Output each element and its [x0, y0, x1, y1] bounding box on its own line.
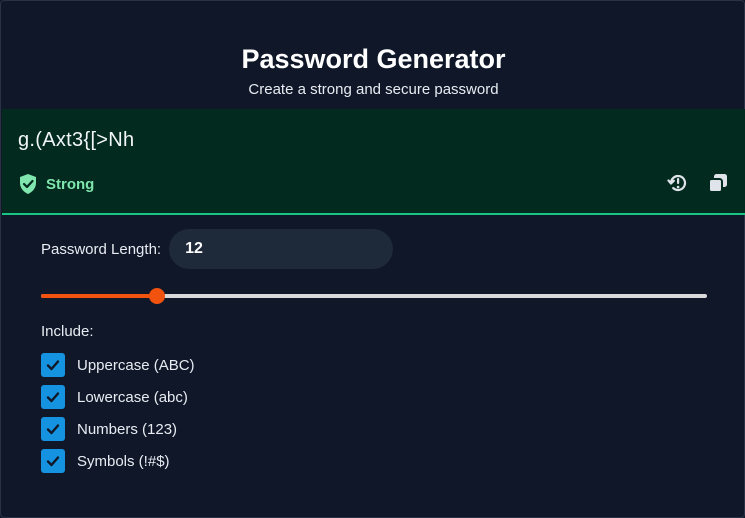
uppercase-checkbox[interactable]: [41, 353, 65, 377]
length-slider[interactable]: [41, 288, 707, 304]
length-label: Password Length:: [41, 240, 162, 258]
option-symbols[interactable]: Symbols (!#$): [41, 449, 195, 473]
copy-button[interactable]: [705, 170, 731, 196]
length-input[interactable]: [169, 229, 394, 269]
length-row: Password Length:: [41, 229, 394, 269]
option-uppercase[interactable]: Uppercase (ABC): [41, 353, 195, 377]
check-icon: [46, 424, 60, 435]
include-options: Uppercase (ABC) Lowercase (abc) Numbers …: [41, 353, 195, 481]
password-output-panel: g.(Axt3{[>Nh Strong: [2, 109, 745, 215]
option-label: Symbols (!#$): [77, 452, 170, 470]
lowercase-checkbox[interactable]: [41, 385, 65, 409]
check-icon: [46, 456, 60, 467]
strength-indicator: Strong: [18, 173, 94, 195]
include-label: Include:: [41, 323, 94, 340]
option-lowercase[interactable]: Lowercase (abc): [41, 385, 195, 409]
page-subtitle: Create a strong and secure password: [248, 81, 499, 98]
password-generator-card: Password Generator Create a strong and s…: [0, 0, 745, 518]
copy-icon: [708, 174, 727, 193]
shield-check-icon: [20, 174, 36, 194]
slider-fill: [41, 294, 157, 298]
regenerate-button[interactable]: [665, 170, 691, 196]
regenerate-icon: [667, 174, 687, 192]
slider-thumb[interactable]: [148, 288, 165, 304]
option-label: Uppercase (ABC): [77, 356, 195, 374]
strength-label: Strong: [46, 175, 95, 193]
check-icon: [46, 392, 60, 403]
numbers-checkbox[interactable]: [41, 417, 65, 441]
symbols-checkbox[interactable]: [41, 449, 65, 473]
option-numbers[interactable]: Numbers (123): [41, 417, 195, 441]
option-label: Lowercase (abc): [77, 388, 188, 406]
check-icon: [46, 360, 60, 371]
generated-password[interactable]: g.(Axt3{[>Nh: [18, 129, 134, 152]
option-label: Numbers (123): [77, 420, 178, 438]
page-title: Password Generator: [241, 44, 506, 74]
